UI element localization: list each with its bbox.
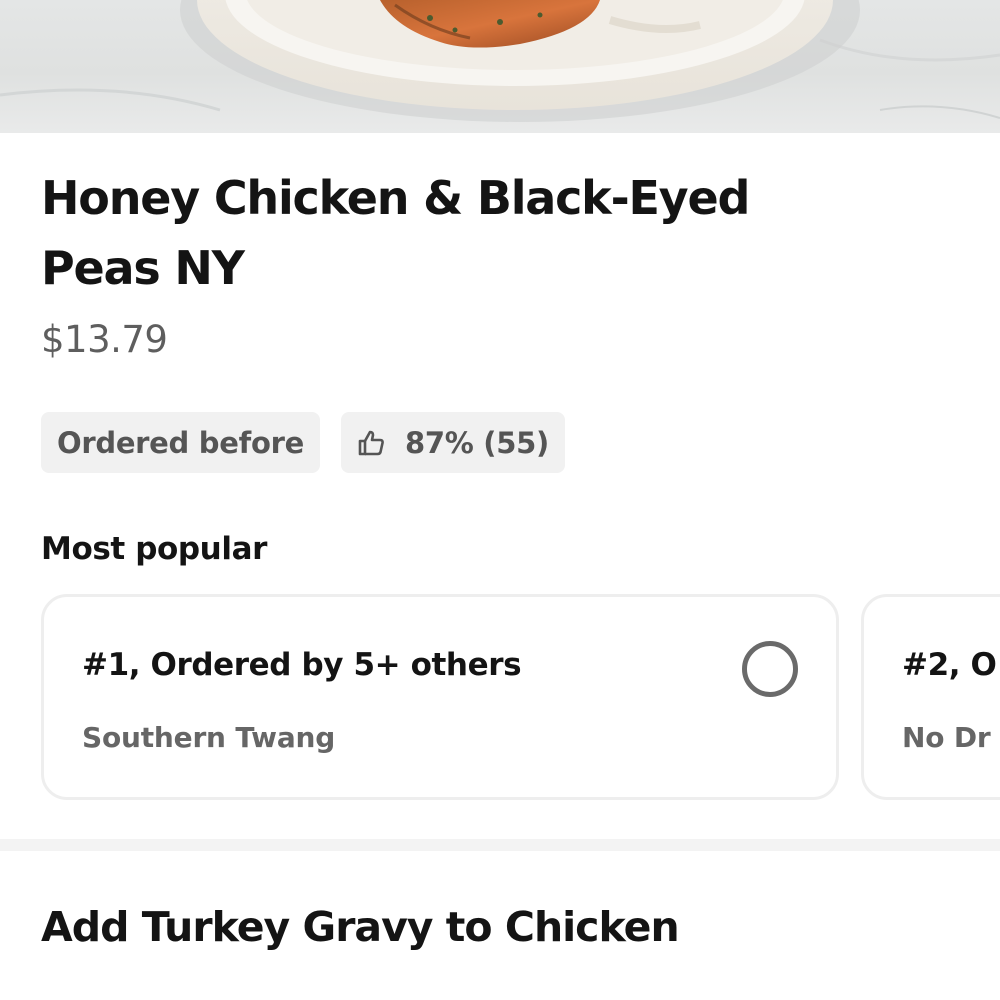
popular-option-card[interactable]: #1, Ordered by 5+ others Southern Twang bbox=[41, 594, 839, 800]
popular-option-title: #1, Ordered by 5+ others bbox=[82, 647, 522, 683]
popular-option-subtitle: No Dr bbox=[902, 721, 991, 754]
ordered-before-label: Ordered before bbox=[57, 425, 304, 460]
rating-badge: 87% (55) bbox=[340, 412, 565, 473]
addon-section-heading: Add Turkey Gravy to Chicken bbox=[41, 903, 680, 951]
item-badges: Ordered before 87% (55) bbox=[41, 412, 565, 473]
ordered-before-badge: Ordered before bbox=[41, 412, 320, 473]
popular-option-card[interactable]: #2, O No Dr bbox=[861, 594, 1000, 800]
most-popular-heading: Most popular bbox=[41, 531, 267, 567]
radio-button[interactable] bbox=[742, 641, 798, 697]
popular-option-title: #2, O bbox=[902, 647, 997, 683]
item-price: $13.79 bbox=[41, 318, 168, 361]
popular-option-subtitle: Southern Twang bbox=[82, 721, 336, 754]
section-divider bbox=[0, 839, 1000, 851]
rating-label: 87% (55) bbox=[404, 425, 549, 460]
thumbs-up-icon bbox=[357, 429, 385, 457]
item-title: Honey Chicken & Black-Eyed Peas NY bbox=[41, 171, 750, 295]
hero-image bbox=[0, 0, 1000, 133]
food-plate-illustration bbox=[0, 0, 1000, 122]
item-detail-panel: Honey Chicken & Black-Eyed Peas NY $13.7… bbox=[0, 133, 1000, 1000]
most-popular-carousel[interactable]: #1, Ordered by 5+ others Southern Twang … bbox=[41, 594, 1000, 800]
